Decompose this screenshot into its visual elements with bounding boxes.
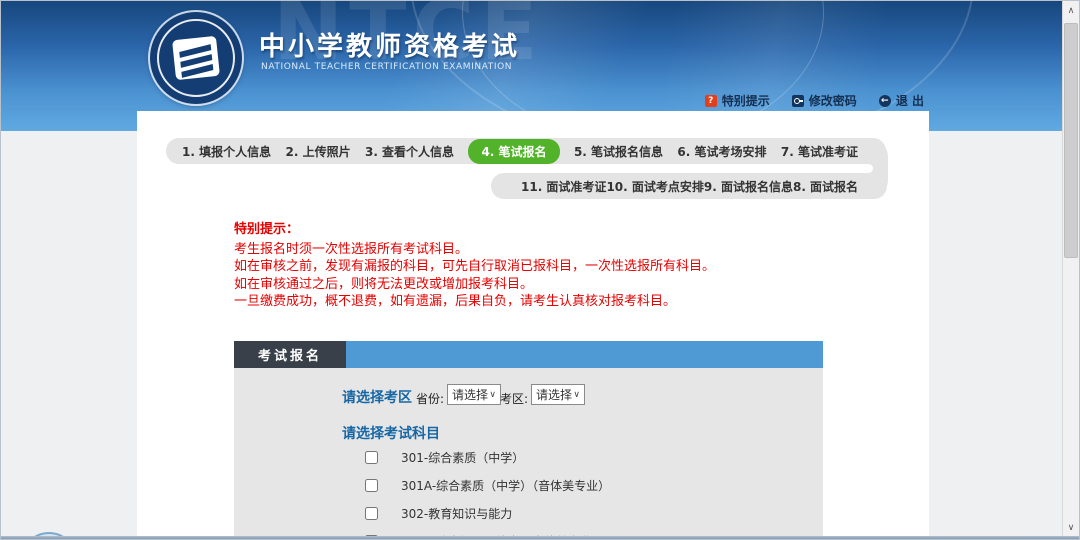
- window-bottom-edge: [1, 536, 1080, 539]
- subject-row: 302-教育知识与能力: [365, 505, 512, 521]
- site-title: 中小学教师资格考试: [259, 26, 520, 63]
- province-select[interactable]: 请选择 ∨: [447, 384, 501, 405]
- step-1-fill-personal-info[interactable]: 1. 填报个人信息: [182, 143, 271, 160]
- subject-checkbox-302[interactable]: [365, 507, 378, 520]
- step-3-view-personal-info[interactable]: 3. 查看个人信息: [365, 143, 454, 160]
- ntce-logo: [150, 12, 242, 104]
- logout-link[interactable]: ← 退 出: [879, 92, 924, 109]
- book-icon: [172, 36, 220, 80]
- account-links: ? 特别提示 修改密码 ← 退 出: [705, 92, 924, 109]
- notice-title: 特别提示：: [234, 221, 715, 239]
- key-icon: [792, 95, 804, 107]
- step-5-written-exam-info[interactable]: 5. 笔试报名信息: [574, 143, 663, 160]
- scrollbar-thumb[interactable]: [1064, 23, 1078, 258]
- exam-registration-tabbar: 考试报名: [234, 341, 823, 368]
- step-11-interview-ticket[interactable]: 11. 面试准考证: [521, 178, 606, 195]
- step-4-written-exam-registration-active[interactable]: 4. 笔试报名: [468, 139, 559, 164]
- district-label: 考区:: [500, 390, 528, 407]
- question-icon: ?: [705, 95, 717, 107]
- step-2-upload-photo[interactable]: 2. 上传照片: [285, 143, 350, 160]
- notice-line: 一旦缴费成功，概不退费，如有遗漏，后果自负，请考生认真核对报考科目。: [234, 293, 715, 311]
- logout-label: 退 出: [896, 92, 924, 109]
- change-password-label: 修改密码: [809, 92, 857, 109]
- steps-gap-cap: [746, 164, 873, 173]
- chevron-down-icon: ∨: [573, 390, 580, 400]
- special-notice-link[interactable]: ? 特别提示: [705, 92, 770, 109]
- special-notice-label: 特别提示: [722, 92, 770, 109]
- step-6-written-exam-room[interactable]: 6. 笔试考场安排: [677, 143, 766, 160]
- district-select-value: 请选择: [536, 386, 572, 403]
- subject-row: 301A-综合素质（中学）（音体美专业）: [365, 477, 610, 493]
- browser-viewport: NTCE 中小学教师资格考试 NATIONAL TEACHER CERTIFIC…: [0, 0, 1080, 540]
- exit-icon: ←: [879, 95, 891, 107]
- tabbar-blue-strip: [346, 341, 823, 368]
- region-section-label: 请选择考区: [342, 387, 412, 407]
- subject-checkbox-301a[interactable]: [365, 479, 378, 492]
- tab-exam-registration[interactable]: 考试报名: [234, 341, 346, 368]
- step-7-written-exam-ticket[interactable]: 7. 笔试准考证: [781, 143, 858, 160]
- subject-label: 301A-综合素质（中学）（音体美专业）: [401, 477, 610, 494]
- vertical-scrollbar[interactable]: ∧ ∨: [1062, 1, 1079, 540]
- exam-registration-form: 请选择考区 省份: 请选择 ∨ 考区: 请选择 ∨ 请选择考试科目 301-综合…: [234, 368, 823, 540]
- step-9-interview-info[interactable]: 9. 面试报名信息: [704, 178, 793, 195]
- step-10-interview-site[interactable]: 10. 面试考点安排: [606, 178, 703, 195]
- content-panel: 1. 填报个人信息 2. 上传照片 3. 查看个人信息 4. 笔试报名 5. 笔…: [137, 111, 929, 540]
- chevron-down-icon: ∨: [489, 390, 496, 400]
- subject-checkbox-301[interactable]: [365, 451, 378, 464]
- notice-line: 考生报名时须一次性选报所有考试科目。: [234, 241, 715, 259]
- district-select[interactable]: 请选择 ∨: [531, 384, 585, 405]
- subject-section-label: 请选择考试科目: [342, 423, 440, 443]
- change-password-link[interactable]: 修改密码: [792, 92, 857, 109]
- scroll-down-arrow-icon[interactable]: ∨: [1063, 520, 1079, 537]
- subject-label: 302-教育知识与能力: [401, 505, 512, 522]
- province-label: 省份:: [416, 390, 444, 407]
- steps-row-2: 11. 面试准考证 10. 面试考点安排 9. 面试报名信息 8. 面试报名: [491, 173, 887, 199]
- province-select-value: 请选择: [452, 386, 488, 403]
- special-notice-block: 特别提示： 考生报名时须一次性选报所有考试科目。 如在审核之前，发现有漏报的科目…: [234, 221, 715, 311]
- scroll-up-arrow-icon[interactable]: ∧: [1063, 3, 1079, 20]
- notice-line: 如在审核通过之后，则将无法更改或增加报考科目。: [234, 276, 715, 294]
- site-subtitle: NATIONAL TEACHER CERTIFICATION EXAMINATI…: [261, 62, 512, 72]
- notice-line: 如在审核之前，发现有漏报的科目，可先自行取消已报科目，一次性选报所有科目。: [234, 258, 715, 276]
- step-8-interview-registration[interactable]: 8. 面试报名: [793, 178, 858, 195]
- step-navigation: 1. 填报个人信息 2. 上传照片 3. 查看个人信息 4. 笔试报名 5. 笔…: [166, 138, 888, 200]
- subject-label: 301-综合素质（中学）: [401, 449, 524, 466]
- steps-row-1: 1. 填报个人信息 2. 上传照片 3. 查看个人信息 4. 笔试报名 5. 笔…: [166, 138, 886, 164]
- subject-row: 301-综合素质（中学）: [365, 449, 524, 465]
